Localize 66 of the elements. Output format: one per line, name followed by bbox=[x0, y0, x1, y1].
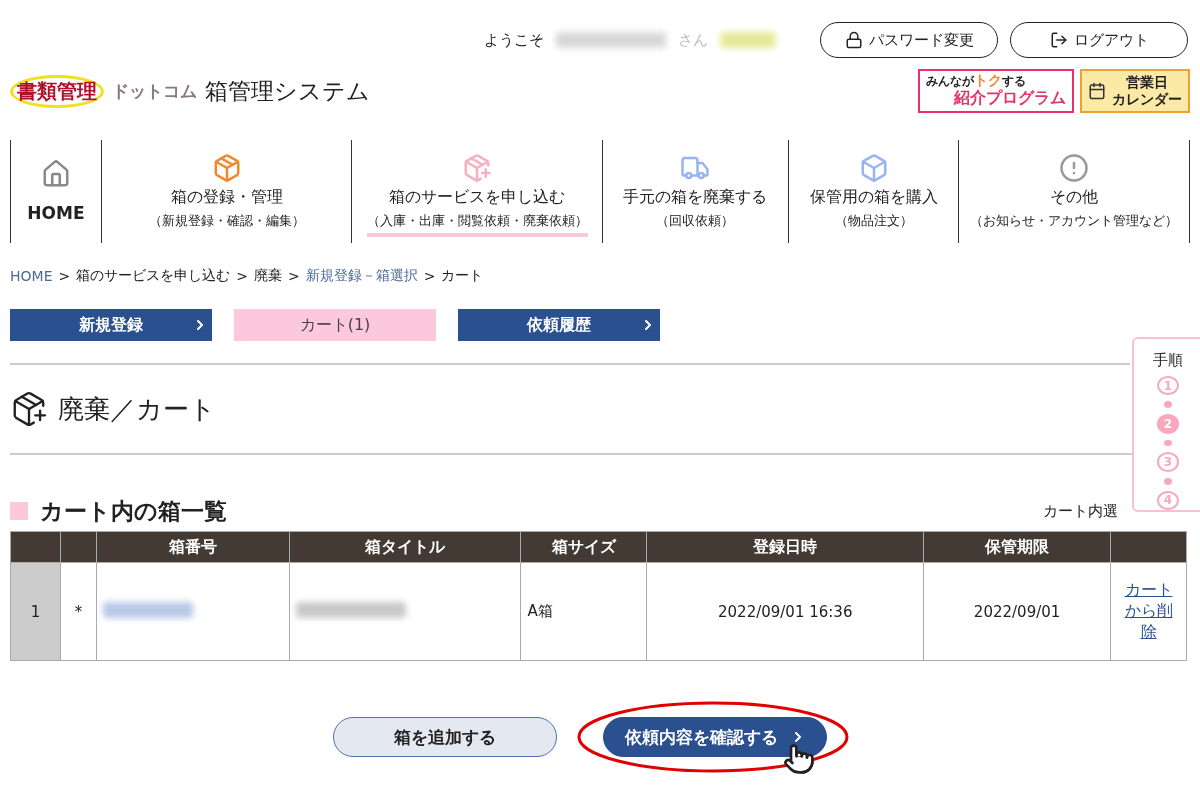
house-icon bbox=[40, 158, 71, 189]
step-number: 3 bbox=[1157, 452, 1179, 472]
tab[interactable]: 依頼履歴 bbox=[458, 309, 660, 341]
exclamation-icon bbox=[1059, 152, 1090, 183]
breadcrumb-text: 箱のサービスを申し込む bbox=[76, 267, 231, 285]
section-marker bbox=[10, 502, 28, 520]
redacted-text bbox=[720, 32, 776, 48]
column-header: 登録日時 bbox=[646, 531, 924, 563]
table-cell: 2022/09/01 bbox=[923, 562, 1111, 661]
box-icon bbox=[462, 152, 493, 183]
header-cell bbox=[10, 531, 61, 563]
nav-item[interactable]: HOME bbox=[10, 140, 101, 243]
header-cell bbox=[60, 531, 97, 563]
breadcrumb-separator: > bbox=[236, 268, 248, 284]
step-number: 4 bbox=[1157, 490, 1179, 510]
section-title: カート内の箱一覧 bbox=[40, 496, 227, 526]
step-number: 1 bbox=[1157, 376, 1179, 396]
breadcrumb-separator: > bbox=[58, 268, 71, 284]
tab[interactable]: 新規登録 bbox=[10, 309, 212, 341]
table-cell: 2022/09/01 16:36 bbox=[646, 562, 924, 661]
column-header: 箱タイトル bbox=[289, 531, 521, 563]
nav-subtitle: （お知らせ・アカウント管理など） bbox=[970, 211, 1179, 230]
referral-banner[interactable]: みんなが トクする 紹介プログラム bbox=[918, 69, 1074, 113]
lock-icon bbox=[844, 31, 863, 49]
table-cell: A箱 bbox=[520, 562, 647, 661]
honorific-text: さん bbox=[678, 30, 708, 50]
nav-item[interactable]: 箱のサービスを申し込む （入庫・出庫・閲覧依頼・廃棄依頼） bbox=[351, 140, 602, 243]
nav-subtitle: （回収依頼） bbox=[656, 211, 735, 230]
step-dot bbox=[1164, 439, 1172, 447]
step-number: 2 bbox=[1157, 414, 1179, 434]
step-dot bbox=[1164, 477, 1172, 485]
calendar-button[interactable]: 営業日 カレンダー bbox=[1080, 69, 1190, 113]
add-box-button[interactable]: 箱を追加する bbox=[333, 717, 557, 757]
breadcrumb-link[interactable]: 新規登録－箱選択 bbox=[305, 267, 418, 285]
logout-icon bbox=[1049, 31, 1068, 49]
nav-subtitle: （物品注文） bbox=[834, 211, 913, 230]
breadcrumb-separator: > bbox=[423, 268, 436, 284]
welcome-text: ようこそ bbox=[484, 30, 544, 50]
nav-item[interactable]: 箱の登録・管理 （新規登録・確認・編集） bbox=[100, 140, 352, 243]
system-title: 箱管理システム bbox=[205, 76, 370, 106]
confirm-button[interactable]: 依頼内容を確認する bbox=[603, 717, 827, 757]
column-header: 保管期限 bbox=[923, 531, 1111, 563]
breadcrumb-text: カート bbox=[441, 267, 484, 285]
column-header: 箱番号 bbox=[96, 531, 290, 563]
brand-logo: 書類管理 bbox=[10, 74, 104, 108]
nav-item[interactable]: 保管用の箱を購入 （物品注文） bbox=[787, 140, 959, 243]
steps-title: 手順 bbox=[1153, 351, 1183, 370]
hand-cursor-icon bbox=[783, 743, 815, 775]
cart-note: カート内選 bbox=[1043, 501, 1118, 521]
column-header: 箱サイズ bbox=[520, 531, 647, 563]
logout-button[interactable]: ログアウト bbox=[1010, 22, 1188, 58]
calendar-icon bbox=[1088, 82, 1106, 100]
breadcrumb-separator: > bbox=[287, 268, 300, 284]
breadcrumb-text: 廃棄 bbox=[253, 267, 282, 285]
password-button[interactable]: パスワード変更 bbox=[820, 22, 998, 58]
nav-item[interactable]: その他 （お知らせ・アカウント管理など） bbox=[958, 140, 1190, 243]
table-cell: * bbox=[60, 562, 97, 661]
tab[interactable]: カート(1) bbox=[234, 309, 436, 341]
brand-subtitle: ドットコム bbox=[112, 79, 197, 103]
step-dot bbox=[1164, 401, 1172, 409]
nav-subtitle: （入庫・出庫・閲覧依頼・廃棄依頼） bbox=[366, 211, 588, 237]
nav-subtitle: （新規登録・確認・編集） bbox=[148, 211, 305, 230]
nav-item[interactable]: 手元の箱を廃棄する （回収依頼） bbox=[602, 140, 788, 243]
breadcrumb-link[interactable]: HOME bbox=[10, 268, 53, 284]
row-number: 1 bbox=[10, 562, 61, 661]
page-title: 廃棄／カート bbox=[58, 392, 216, 426]
